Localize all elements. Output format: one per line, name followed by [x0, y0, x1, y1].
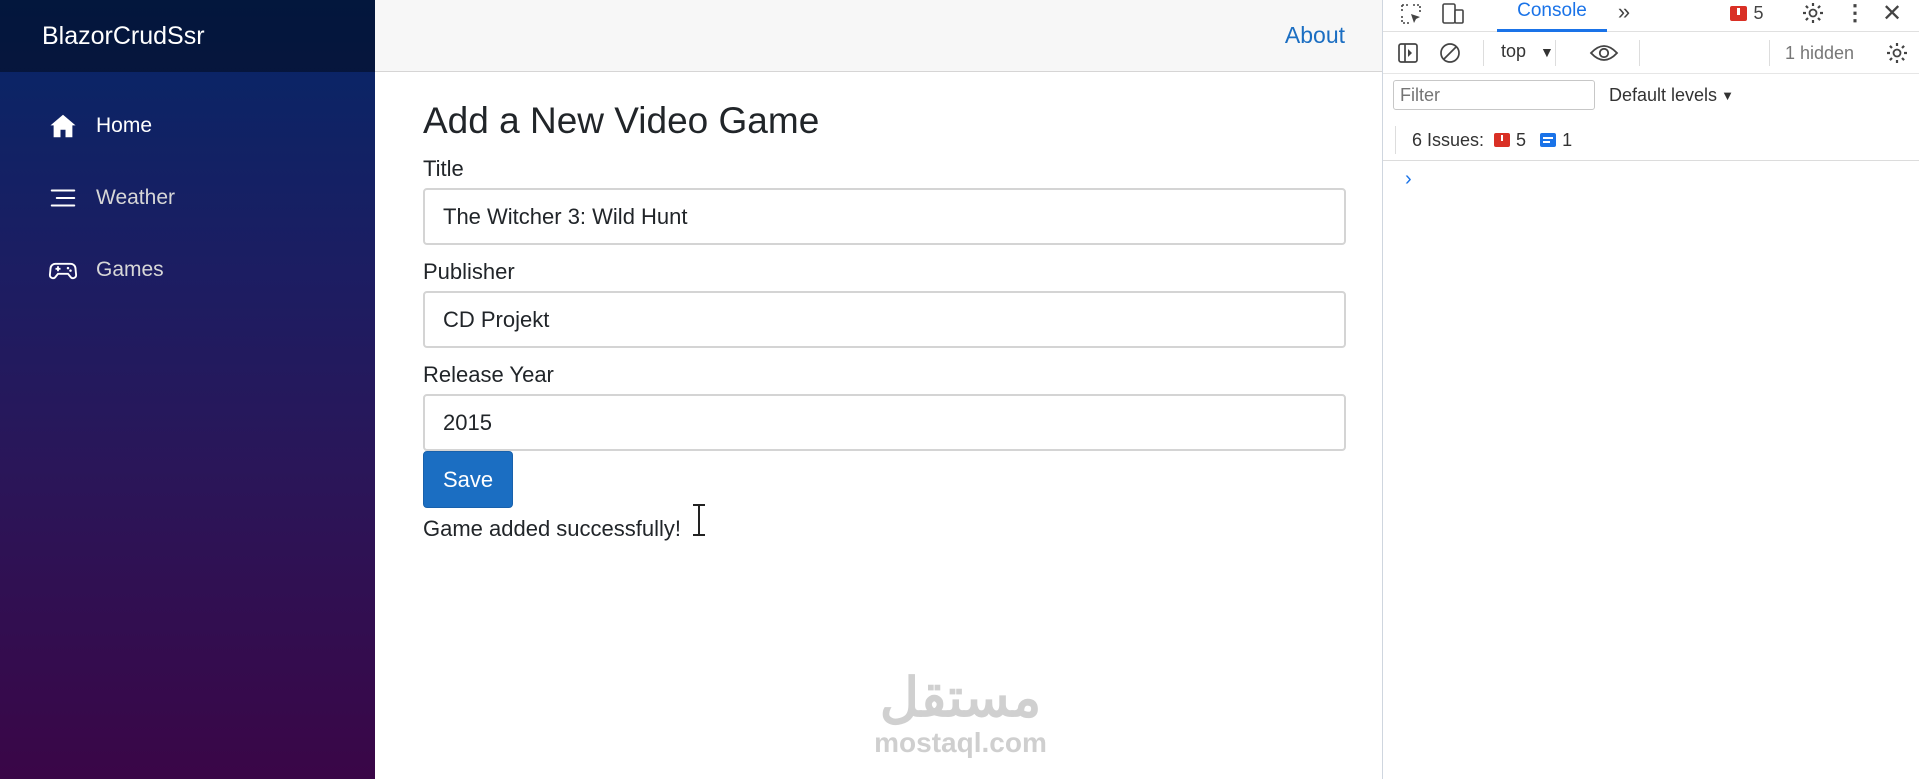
issues-bar[interactable]: 6 Issues: 5 1	[1395, 122, 1572, 158]
game-form: Add a New Video Game Title Publisher Rel…	[375, 72, 1382, 542]
sidebar-item-home[interactable]: Home	[0, 96, 375, 156]
issues-info-count: 1	[1562, 129, 1573, 150]
watermark: مستقل mostaql.com	[858, 668, 1063, 758]
watermark-latin: mostaql.com	[874, 727, 1047, 758]
home-icon	[48, 111, 78, 141]
main-content: About Add a New Video Game Title Publish…	[375, 0, 1382, 779]
error-count: 5	[1753, 2, 1764, 23]
sidebar-item-weather[interactable]: Weather	[0, 168, 375, 228]
page-title: Add a New Video Game	[423, 100, 820, 141]
divider	[1395, 126, 1396, 154]
watermark-arabic: مستقل	[879, 668, 1042, 728]
divider	[1383, 160, 1919, 161]
list-icon	[48, 183, 78, 213]
publisher-label: Publisher	[423, 259, 515, 284]
about-link[interactable]: About	[1285, 22, 1345, 49]
settings-gear-icon[interactable]	[1799, 0, 1827, 26]
console-filter-input[interactable]	[1393, 80, 1595, 110]
close-icon[interactable]: ✕	[1879, 0, 1905, 27]
save-button[interactable]: Save	[423, 451, 514, 508]
context-select[interactable]: top ▼	[1501, 41, 1554, 62]
issues-error-count: 5	[1516, 129, 1527, 150]
error-message-icon	[1730, 5, 1748, 21]
console-toolbar: top ▼ 1 hidden	[1383, 32, 1919, 74]
sidebar-item-label: Weather	[96, 186, 175, 209]
context-select-value: top	[1501, 41, 1527, 61]
sidebar-nav: Home Weather Games	[0, 72, 375, 300]
devtools-panel: Console » 5 ⋮ ✕ top ▼ 1 hidden Filter De…	[1382, 0, 1919, 779]
more-tabs-icon[interactable]: »	[1611, 0, 1637, 24]
title-label: Title	[423, 156, 464, 181]
sidebar: BlazorCrudSsr Home Weather Games	[0, 0, 375, 779]
live-expression-eye-icon[interactable]	[1589, 40, 1619, 66]
issue-info-icon	[1540, 133, 1557, 147]
error-badge[interactable]: 5	[1719, 0, 1775, 26]
console-settings-gear-icon[interactable]	[1883, 40, 1911, 66]
dropdown-arrow-icon: ▼	[1721, 88, 1734, 103]
top-row: About	[375, 0, 1382, 72]
release-year-label: Release Year	[423, 362, 554, 387]
sidebar-item-label: Games	[96, 258, 164, 281]
sidebar-item-label: Home	[96, 114, 153, 137]
publisher-input[interactable]	[423, 291, 1346, 348]
kebab-menu-icon[interactable]: ⋮	[1844, 0, 1866, 26]
console-prompt-chevron-icon[interactable]: ›	[1405, 168, 1412, 191]
devtools-tab-bar: Console » 5 ⋮ ✕	[1383, 0, 1919, 32]
issue-error-icon	[1494, 133, 1511, 147]
clear-console-icon[interactable]	[1437, 40, 1463, 66]
inspect-element-icon[interactable]	[1397, 0, 1425, 28]
log-levels-value: Default levels	[1609, 85, 1718, 105]
title-input[interactable]	[423, 188, 1346, 245]
sidebar-toggle-icon[interactable]	[1395, 40, 1421, 66]
brand-title[interactable]: BlazorCrudSsr	[42, 22, 205, 51]
tab-console[interactable]: Console	[1497, 0, 1607, 32]
release-year-input[interactable]	[423, 394, 1346, 451]
text-cursor-icon	[693, 503, 705, 537]
dropdown-arrow-icon: ▼	[1540, 43, 1554, 60]
brand-bar: BlazorCrudSsr	[0, 0, 375, 72]
sidebar-item-games[interactable]: Games	[0, 240, 375, 300]
hidden-messages-count: 1 hidden	[1785, 43, 1855, 63]
issues-label: 6 Issues:	[1412, 129, 1485, 150]
gamepad-icon	[48, 255, 78, 285]
status-message: Game added successfully!	[423, 516, 682, 541]
device-toolbar-icon[interactable]	[1439, 0, 1467, 28]
log-levels-select[interactable]: Default levels ▼	[1609, 85, 1734, 106]
